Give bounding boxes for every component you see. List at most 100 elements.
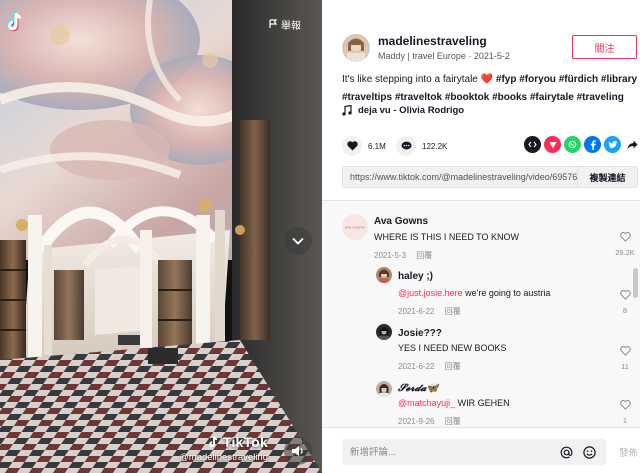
mention-button[interactable] [558,444,574,460]
comment-bubble-icon [401,141,411,150]
commenter-avatar[interactable] [376,324,392,340]
avatar-logo-text: AVA GOWNS [345,226,365,230]
twitter-icon[interactable] [604,136,621,153]
library-video-frame [0,0,322,473]
comment-like-count: 11 [621,362,629,371]
comment-text: WHERE IS THIS I NEED TO KNOW [374,232,520,242]
comment-date: 2021-6-22 [398,307,435,316]
comment-meta: 2021-6-22 回覆 [398,361,461,372]
tiktok-note-icon [209,436,218,447]
heart-emoji: ❤️ [480,74,494,85]
comment-like-count: 1 [622,416,628,425]
video-player[interactable]: 舉報 TikTok @madelinestraveling [0,0,322,473]
heart-outline-icon [619,400,631,410]
volume-button[interactable] [284,437,312,465]
comment-text: @matchayuji_ WIR GEHEN [398,398,510,408]
comment-like-count: 29.2K [615,248,635,257]
comment-mention[interactable]: @matchayuji_ [398,398,455,408]
commenter-name[interactable]: 𝓢𝓮𝓻𝓭𝓪🦋 [398,383,439,394]
commenter-name[interactable]: Josie??? [398,328,442,339]
comment-mention[interactable]: @just.josie.here [398,288,463,298]
comment-body: we're going to austria [462,288,551,298]
tiktok-send-icon[interactable] [544,136,561,153]
copy-link-button[interactable]: 複製連結 [577,167,637,187]
whatsapp-icon[interactable] [564,136,581,153]
comment-composer: 發佈 [322,427,640,473]
reply-button[interactable]: 回覆 [445,417,461,426]
music-link[interactable]: deja vu - Olivia Rodrigo [342,105,464,116]
heart-outline-icon [619,232,631,242]
engagement-row: 6.1M 122.2K [342,136,638,158]
chevron-down-icon [292,237,304,245]
video-url[interactable]: https://www.tiktok.com/@madelinestraveli… [343,172,577,182]
like-stat[interactable]: 6.1M [342,136,386,156]
comment-date: 2021-5-3 [374,251,407,260]
at-sign-icon [560,446,572,458]
comment-like-count: 8 [622,306,628,315]
watermark-handle: @madelinestraveling [179,452,268,463]
commenter-avatar[interactable]: AVA GOWNS [342,214,368,240]
comment-like-button[interactable]: 1 [612,397,638,425]
post-comment-button[interactable]: 發佈 [619,445,638,459]
video-description: It's like stepping into a fairytale ❤️ #… [342,71,638,107]
hashtag-link[interactable]: #traveltok [395,92,442,103]
comments-scrollbar[interactable] [633,268,638,298]
reply-button[interactable]: 回覆 [445,307,461,316]
facebook-icon[interactable] [584,136,601,153]
hashtag-link[interactable]: #library [601,74,637,85]
author-username[interactable]: madelinestraveling [378,34,510,48]
author-meta: Maddy | travel Europe · 2021-5-2 [378,51,510,61]
hashtag-link[interactable]: #fairytale [530,92,574,103]
hashtag-link[interactable]: #fyp [496,74,517,85]
tiktok-watermark: TikTok @madelinestraveling [176,434,268,463]
embed-icon[interactable] [524,136,541,153]
comment-text: @just.josie.here we're going to austria [398,288,550,298]
report-label: 舉報 [281,20,301,32]
commenter-name[interactable]: Ava Gowns [374,216,428,227]
hashtag-link[interactable]: #fürdich [559,74,598,85]
reply-button[interactable]: 回覆 [445,362,461,371]
heart-outline-icon [619,290,631,300]
comment-meta: 2021-5-3 回覆 [374,250,432,261]
smiley-icon [582,445,596,459]
emoji-button[interactable] [581,444,597,460]
share-arrow-icon[interactable] [624,136,640,153]
comment-date: 2021-9-26 [398,417,435,426]
comment-count: 122.2K [422,141,448,151]
comment-body: WIR GEHEN [455,398,510,408]
commenter-avatar[interactable] [376,267,392,283]
tiktok-logo-icon[interactable] [4,10,28,34]
comment-like-button[interactable]: 11 [612,343,638,371]
speaker-icon [292,446,303,456]
report-button[interactable]: 舉報 [269,16,301,32]
hashtag-link[interactable]: #booktok [445,92,489,103]
comment-text: YES I NEED NEW BOOKS [398,343,507,353]
hashtag-link[interactable]: #foryou [519,74,556,85]
comment-button[interactable] [396,136,416,156]
music-title: deja vu - Olivia Rodrigo [358,105,465,116]
commenter-name[interactable]: haley ;) [398,271,433,282]
video-link-box: https://www.tiktok.com/@madelinestraveli… [342,166,638,188]
hashtag-link[interactable]: #traveltips [342,92,392,103]
comment-list[interactable]: AVA GOWNS Ava Gowns WHERE IS THIS I NEED… [322,201,640,427]
heart-icon [346,141,358,151]
hashtag-link[interactable]: #books [492,92,527,103]
author-info[interactable]: madelinestraveling Maddy | travel Europe… [342,34,510,62]
next-video-button[interactable] [284,227,312,255]
hashtag-link[interactable]: #traveling [577,92,624,103]
flag-icon [269,19,278,28]
heart-outline-icon [619,346,631,356]
watermark-brand: TikTok [222,434,268,450]
author-avatar[interactable] [342,34,370,62]
follow-button[interactable]: 關注 [572,35,637,59]
video-detail-panel: madelinestraveling Maddy | travel Europe… [322,0,640,473]
comment-stat[interactable]: 122.2K [396,136,447,156]
like-count: 6.1M [368,141,386,151]
reply-button[interactable]: 回覆 [416,251,432,260]
comment-like-button[interactable]: 29.2K [612,229,638,257]
comment-meta: 2021-9-26 回覆 [398,416,461,427]
commenter-avatar[interactable] [376,381,392,397]
like-button[interactable] [342,136,362,156]
music-note-icon [342,105,352,116]
description-text: It's like stepping into a fairytale [342,74,478,85]
